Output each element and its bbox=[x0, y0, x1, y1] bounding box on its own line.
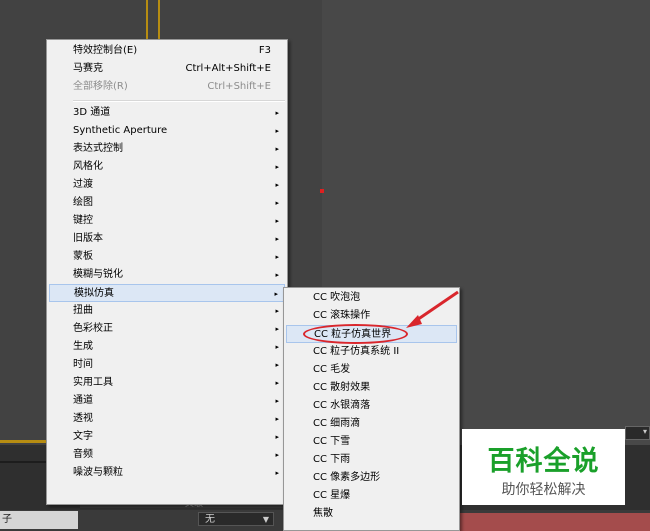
watermark-logo: 百科全说 助你轻松解决 bbox=[462, 429, 625, 505]
watermark-title: 百科全说 bbox=[487, 446, 600, 477]
watermark-subtitle: 助你轻松解决 bbox=[501, 482, 586, 498]
